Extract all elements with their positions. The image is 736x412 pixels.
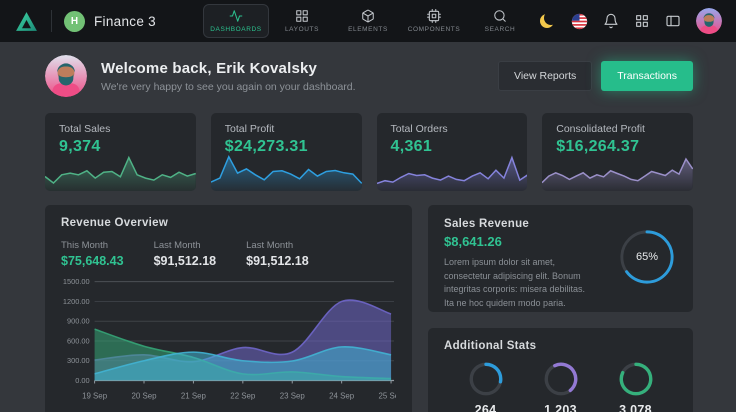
us-flag-icon[interactable] — [571, 13, 588, 30]
navbar: H Finance 3 DASHBOARDS LAYOUTS ELEMENTS COM… — [0, 0, 736, 42]
revenue-stat-value: $91,512.18 — [154, 254, 217, 268]
nav-item-layouts[interactable]: LAYOUTS — [269, 4, 335, 38]
spark-total-profit-chart — [211, 149, 362, 191]
nav-item-label: LAYOUTS — [285, 26, 319, 33]
revenue-stat-value: $75,648.43 — [61, 254, 124, 268]
right-column: Sales Revenue $8,641.26 Lorem ipsum dolo… — [428, 205, 693, 412]
svg-text:1500.00: 1500.00 — [63, 277, 90, 286]
stat-card-label: Total Orders — [391, 123, 514, 135]
revenue-stat: Last Month $91,512.18 — [246, 240, 309, 268]
sales-revenue-description: Lorem ipsum dolor sit amet, consectetur … — [444, 256, 596, 310]
additional-stat: 3,078 — [619, 362, 653, 412]
user-avatar[interactable] — [696, 8, 722, 34]
stat-card-consolidated-profit: Consolidated Profit$16,264.37 — [542, 113, 693, 191]
view-reports-button[interactable]: View Reports — [498, 61, 592, 91]
stat-card-label: Total Sales — [59, 123, 182, 135]
additional-stats-row: 264 1,203 3,078 — [444, 362, 677, 412]
revenue-stat-label: Last Month — [154, 240, 217, 251]
nav-item-dashboards[interactable]: DASHBOARDS — [203, 4, 269, 38]
activity-icon — [229, 9, 243, 23]
revenue-stat-label: This Month — [61, 240, 124, 251]
revenue-overview-card: Revenue Overview This Month $75,648.43 Las… — [45, 205, 412, 412]
moon-icon — [544, 11, 558, 25]
svg-text:23 Sep: 23 Sep — [280, 391, 306, 400]
welcome-subtitle: We're very happy to see you again on you… — [101, 81, 356, 93]
box-icon — [361, 9, 375, 23]
spark-total-orders-chart — [377, 149, 528, 191]
nav-item-label: ELEMENTS — [348, 26, 388, 33]
revenue-stat-value: $91,512.18 — [246, 254, 309, 268]
stat-card-label: Consolidated Profit — [556, 123, 679, 135]
revenue-stat-label: Last Month — [246, 240, 309, 251]
cpu-icon — [427, 9, 441, 23]
app-logo-icon[interactable] — [14, 9, 39, 34]
welcome-text: Welcome back, Erik Kovalsky We're very h… — [101, 60, 356, 93]
stat-card-total-profit: Total Profit$24,273.31 — [211, 113, 362, 191]
svg-text:22 Sep: 22 Sep — [230, 391, 256, 400]
sales-revenue-card: Sales Revenue $8,641.26 Lorem ipsum dolo… — [428, 205, 693, 312]
nav-item-elements[interactable]: ELEMENTS — [335, 4, 401, 38]
dark-mode-toggle[interactable] — [539, 13, 556, 30]
welcome-avatar — [45, 55, 87, 97]
stat-cards-row: Total Sales9,374Total Profit$24,273.31To… — [45, 113, 693, 191]
svg-text:300.00: 300.00 — [67, 356, 90, 365]
app-title: Finance 3 — [94, 14, 156, 29]
nav-item-label: COMPONENTS — [408, 26, 461, 33]
spark-total-sales-chart — [45, 149, 196, 191]
sales-revenue-donut: 65% — [618, 228, 676, 286]
nav-item-components[interactable]: COMPONENTS — [401, 4, 467, 38]
stat-card-total-orders: Total Orders4,361 — [377, 113, 528, 191]
stat-donut-1-chart — [544, 362, 578, 396]
svg-text:20 Sep: 20 Sep — [132, 391, 158, 400]
nav-item-label: SEARCH — [485, 26, 516, 33]
apps-icon[interactable] — [634, 13, 650, 29]
sales-revenue-donut-label: 65% — [618, 228, 676, 286]
panel-icon[interactable] — [665, 13, 681, 29]
svg-text:0.00: 0.00 — [75, 376, 89, 385]
svg-text:21 Sep: 21 Sep — [181, 391, 207, 400]
nav-item-search[interactable]: SEARCH — [467, 4, 533, 38]
main-row: Revenue Overview This Month $75,648.43 Las… — [45, 205, 693, 412]
grid-icon — [295, 9, 309, 23]
revenue-stat: Last Month $91,512.18 — [154, 240, 217, 268]
welcome-section: Welcome back, Erik Kovalsky We're very h… — [45, 55, 693, 97]
stat-donut-2-chart — [619, 362, 653, 396]
stat-donut-0-chart — [469, 362, 503, 396]
svg-text:900.00: 900.00 — [67, 317, 90, 326]
additional-stat: 1,203 — [544, 362, 578, 412]
brand-badge: H — [64, 11, 85, 32]
additional-stat-value: 3,078 — [619, 403, 652, 412]
navbar-divider — [51, 10, 52, 32]
welcome-title: Welcome back, Erik Kovalsky — [101, 60, 356, 77]
revenue-stats-row: This Month $75,648.43 Last Month $91,512.18… — [61, 240, 396, 268]
navbar-right — [539, 8, 722, 34]
welcome-actions: View Reports Transactions — [498, 61, 693, 91]
page: Welcome back, Erik Kovalsky We're very h… — [0, 42, 736, 412]
additional-stats-title: Additional Stats — [444, 340, 677, 352]
bell-icon[interactable] — [603, 13, 619, 29]
svg-text:24 Sep: 24 Sep — [329, 391, 355, 400]
spark-consolidated-profit-chart — [542, 149, 693, 191]
additional-stat: 264 — [469, 362, 503, 412]
svg-text:25 Sep: 25 Sep — [379, 391, 396, 400]
additional-stat-value: 264 — [475, 403, 497, 412]
revenue-overview-title: Revenue Overview — [61, 217, 396, 229]
transactions-button[interactable]: Transactions — [601, 61, 693, 91]
svg-text:600.00: 600.00 — [67, 336, 90, 345]
additional-stats-card: Additional Stats 264 1,203 3,078 — [428, 328, 693, 412]
nav-item-label: DASHBOARDS — [210, 26, 262, 33]
navbar-menu: DASHBOARDS LAYOUTS ELEMENTS COMPONENTS SEARC… — [203, 0, 533, 42]
revenue-stat: This Month $75,648.43 — [61, 240, 124, 268]
svg-text:19 Sep: 19 Sep — [82, 391, 108, 400]
stat-card-label: Total Profit — [225, 123, 348, 135]
stat-card-total-sales: Total Sales9,374 — [45, 113, 196, 191]
search-icon — [493, 9, 507, 23]
svg-text:1200.00: 1200.00 — [63, 297, 90, 306]
revenue-overview-chart: 0.00 300.00 600.00 900.00 1200.00 1500.00 19 S… — [61, 275, 396, 401]
additional-stat-value: 1,203 — [544, 403, 577, 412]
